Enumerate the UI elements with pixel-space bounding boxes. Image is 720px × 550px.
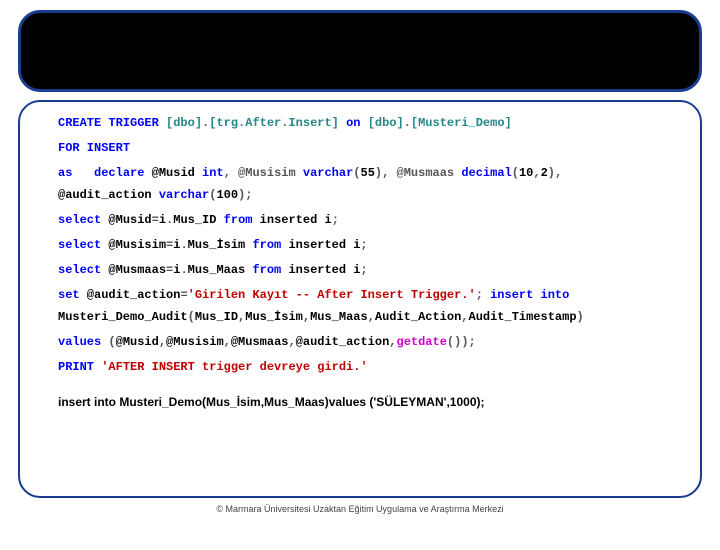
code-line: select @Musmaas=i.Mus_Maas from inserted… (58, 261, 662, 280)
code-line: @audit_action varchar(100); (58, 186, 662, 205)
punct: = (180, 288, 187, 302)
ident: @audit_action (296, 335, 390, 349)
punct: ; (332, 213, 339, 227)
punct: , (288, 335, 295, 349)
title-banner (18, 10, 702, 92)
ident: @Musmaas (101, 263, 166, 277)
kw: CREATE (58, 116, 101, 130)
punct: ( (188, 310, 195, 324)
ident: @Musid (101, 213, 151, 227)
ident: Mus_ID (195, 310, 238, 324)
ident: Mus_İsim (188, 238, 253, 252)
ident: inserted i (281, 263, 360, 277)
punct: ) (577, 310, 584, 324)
string: 'Girilen Kayıt -- After Insert Trigger.' (188, 288, 476, 302)
ident: [trg.After.Insert] (209, 116, 339, 130)
punct: , @Musisim (224, 166, 303, 180)
punct: ), (548, 166, 562, 180)
ident: @Musisim (166, 335, 224, 349)
code-line: select @Musid=i.Mus_ID from inserted i; (58, 211, 662, 230)
ident: Musteri_Demo_Audit (58, 310, 188, 324)
punct: , (368, 310, 375, 324)
punct: , (461, 310, 468, 324)
ident: @audit_action (80, 288, 181, 302)
num: 100 (216, 188, 238, 202)
type: decimal (461, 166, 511, 180)
kw: set (58, 288, 80, 302)
punct: ); (238, 188, 252, 202)
punct: ()); (447, 335, 476, 349)
ident: [dbo] (368, 116, 404, 130)
code-line: PRINT 'AFTER INSERT trigger devreye gird… (58, 358, 662, 377)
code-line: FOR INSERT (58, 139, 662, 158)
kw: into (533, 288, 569, 302)
punct: , (224, 335, 231, 349)
string: 'AFTER INSERT trigger devreye girdi.' (101, 360, 367, 374)
kw: declare (94, 166, 144, 180)
num: 2 (541, 166, 548, 180)
punct: ), @Musmaas (375, 166, 461, 180)
ident: i (159, 213, 166, 227)
punct: . (180, 263, 187, 277)
ident: Mus_ID (173, 213, 223, 227)
ident: @Musisim (101, 238, 166, 252)
kw: on (339, 116, 368, 130)
type: varchar (303, 166, 353, 180)
ident: Mus_Maas (188, 263, 253, 277)
ident: Mus_İsim (245, 310, 303, 324)
num: 55 (361, 166, 375, 180)
ident: @Musmaas (231, 335, 289, 349)
code-line: Musteri_Demo_Audit(Mus_ID,Mus_İsim,Mus_M… (58, 308, 662, 327)
punct: . (404, 116, 411, 130)
kw: from (252, 263, 281, 277)
kw: FOR (58, 141, 80, 155)
kw: INSERT (80, 141, 130, 155)
punct: = (152, 213, 159, 227)
ident: Mus_Maas (310, 310, 368, 324)
kw: select (58, 213, 101, 227)
code-line: set @audit_action='Girilen Kayıt -- Afte… (58, 286, 662, 305)
space (72, 166, 94, 180)
punct: , (303, 310, 310, 324)
punct: ; (360, 238, 367, 252)
ident: [dbo] (166, 116, 202, 130)
punct: ( (353, 166, 360, 180)
ident: [Musteri_Demo] (411, 116, 512, 130)
func: getdate (397, 335, 447, 349)
footer-copyright: © Marmara Üniversitesi Uzaktan Eğitim Uy… (0, 504, 720, 514)
code-panel: CREATE TRIGGER [dbo].[trg.After.Insert] … (18, 100, 702, 498)
kw: select (58, 238, 101, 252)
kw: select (58, 263, 101, 277)
ident: Audit_Action (375, 310, 461, 324)
kw: PRINT (58, 360, 94, 374)
type: varchar (159, 188, 209, 202)
code-line: select @Musisim=i.Mus_İsim from inserted… (58, 236, 662, 255)
kw: from (224, 213, 253, 227)
ident: @audit_action (58, 188, 159, 202)
ident: @Musid (116, 335, 159, 349)
punct: , (159, 335, 166, 349)
punct: , (389, 335, 396, 349)
punct: . (180, 238, 187, 252)
ident: Audit_Timestamp (469, 310, 577, 324)
kw: values (58, 335, 101, 349)
ident: inserted i (252, 213, 331, 227)
code-line: CREATE TRIGGER [dbo].[trg.After.Insert] … (58, 114, 662, 133)
punct: ( (512, 166, 519, 180)
code-line: as declare @Musid int, @Musisim varchar(… (58, 164, 662, 183)
punct: ( (101, 335, 115, 349)
ident: inserted i (281, 238, 360, 252)
punct: , (533, 166, 540, 180)
kw: from (252, 238, 281, 252)
kw: insert (490, 288, 533, 302)
ident: @Musid (144, 166, 202, 180)
punct: ; (476, 288, 490, 302)
kw: as (58, 166, 72, 180)
insert-statement: insert into Musteri_Demo(Mus_İsim,Mus_Ma… (58, 395, 662, 409)
punct: ; (360, 263, 367, 277)
code-line: values (@Musid,@Musisim,@Musmaas,@audit_… (58, 333, 662, 352)
num: 10 (519, 166, 533, 180)
type: int (202, 166, 224, 180)
kw: TRIGGER (101, 116, 166, 130)
